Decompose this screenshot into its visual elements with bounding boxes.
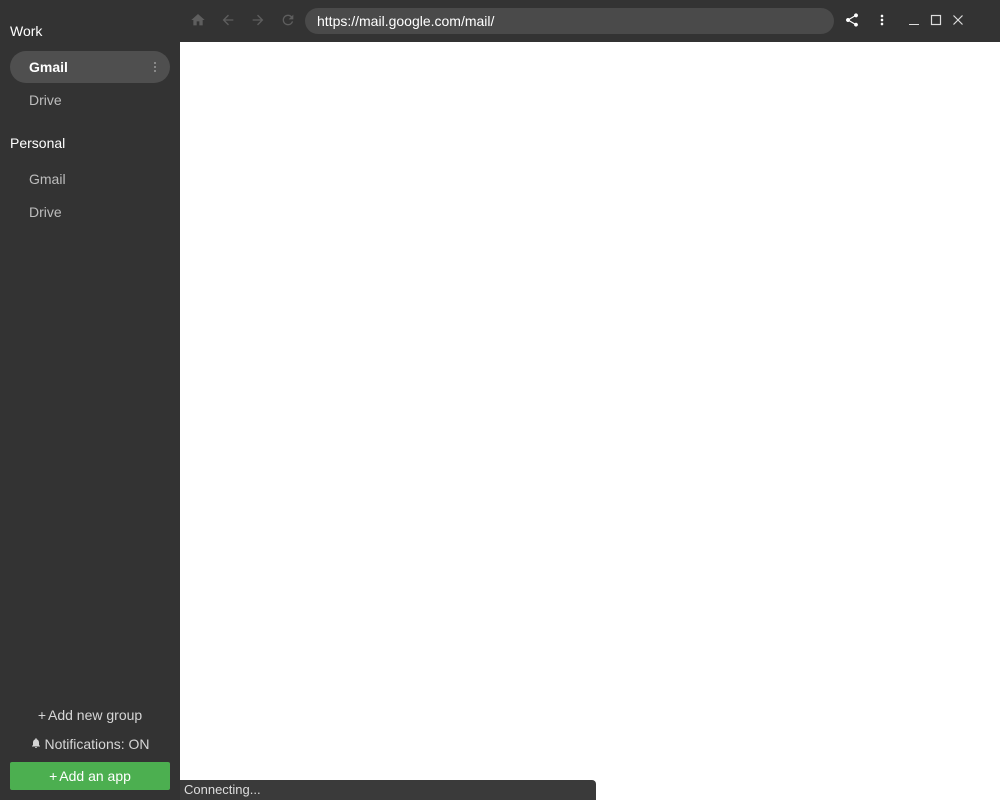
maximize-icon[interactable] — [926, 10, 946, 30]
web-content-area[interactable] — [180, 42, 1000, 800]
url-text: https://mail.google.com/mail/ — [317, 13, 495, 29]
add-app-label: Add an app — [59, 768, 131, 784]
status-text: Connecting... — [184, 782, 261, 797]
notifications-toggle[interactable]: Notifications: ON — [0, 736, 180, 752]
group-title-personal: Personal — [10, 135, 66, 151]
sidebar-item-label: Drive — [29, 92, 62, 108]
share-icon[interactable] — [842, 10, 862, 30]
sidebar-item-personal-drive[interactable]: Drive — [10, 196, 170, 228]
sidebar-item-label: Drive — [29, 204, 62, 220]
browser-toolbar: https://mail.google.com/mail/ — [180, 0, 1000, 42]
add-new-group-label: Add new group — [48, 707, 143, 723]
bell-icon — [30, 736, 42, 752]
more-options-icon[interactable] — [152, 59, 158, 75]
add-app-button[interactable]: + Add an app — [10, 762, 170, 790]
plus-icon: + — [37, 707, 46, 723]
plus-icon: + — [49, 768, 58, 784]
sidebar-item-label: Gmail — [29, 59, 68, 75]
more-vert-icon[interactable] — [872, 10, 892, 30]
notifications-label: Notifications: ON — [44, 736, 150, 752]
status-bar: Connecting... — [180, 780, 596, 800]
home-icon[interactable] — [188, 10, 208, 30]
sidebar: Work Gmail Drive Personal Gmail Drive + A… — [0, 0, 180, 800]
reload-icon[interactable] — [278, 10, 298, 30]
sidebar-item-work-drive[interactable]: Drive — [10, 84, 170, 116]
sidebar-item-work-gmail[interactable]: Gmail — [10, 51, 170, 83]
minimize-icon[interactable] — [904, 10, 924, 30]
add-new-group-button[interactable]: + Add new group — [0, 707, 180, 723]
url-input[interactable]: https://mail.google.com/mail/ — [305, 8, 834, 34]
sidebar-item-label: Gmail — [29, 171, 66, 187]
forward-icon[interactable] — [248, 10, 268, 30]
sidebar-item-personal-gmail[interactable]: Gmail — [10, 163, 170, 195]
back-icon[interactable] — [218, 10, 238, 30]
group-title-work: Work — [10, 23, 43, 39]
close-icon[interactable] — [948, 10, 968, 30]
